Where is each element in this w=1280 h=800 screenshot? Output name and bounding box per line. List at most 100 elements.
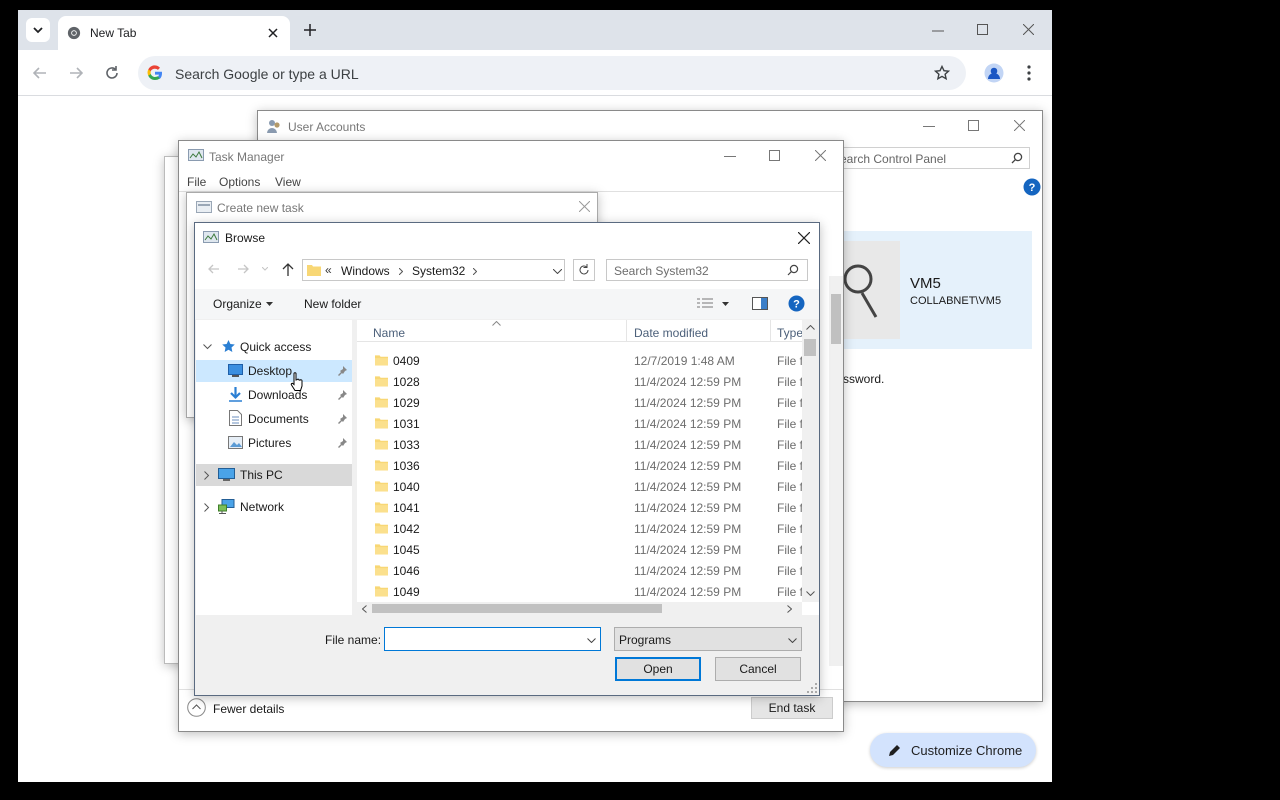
- close-window-icon[interactable]: [1023, 24, 1034, 35]
- file-type-select[interactable]: Programs: [614, 627, 802, 651]
- nav-network[interactable]: Network: [196, 496, 352, 518]
- menu-file[interactable]: File: [187, 175, 206, 189]
- file-list-hscrollbar[interactable]: [357, 602, 802, 615]
- tab-search-button[interactable]: [26, 18, 50, 42]
- hscroll-thumb[interactable]: [372, 604, 662, 613]
- file-row[interactable]: 1033 11/4/2024 12:59 PM File f: [357, 434, 807, 455]
- back-arrow-icon[interactable]: [33, 67, 47, 79]
- nav-quick-access[interactable]: Quick access: [196, 336, 352, 358]
- view-options-icon[interactable]: [697, 298, 713, 309]
- process-list-scrollbar[interactable]: [829, 276, 843, 666]
- new-folder-button[interactable]: New folder: [304, 297, 361, 311]
- organize-button[interactable]: Organize: [213, 297, 262, 311]
- nav-pictures[interactable]: Pictures: [196, 432, 352, 454]
- file-date: 12/7/2019 1:48 AM: [634, 354, 735, 368]
- chevron-down-icon[interactable]: [722, 302, 729, 306]
- file-row[interactable]: 1045 11/4/2024 12:59 PM File f: [357, 539, 807, 560]
- customize-chrome-button[interactable]: Customize Chrome: [870, 733, 1036, 767]
- scroll-thumb[interactable]: [831, 294, 841, 344]
- nav-desktop[interactable]: Desktop: [196, 360, 352, 382]
- address-bar[interactable]: « Windows System32: [302, 259, 565, 281]
- file-row[interactable]: 1031 11/4/2024 12:59 PM File f: [357, 413, 807, 434]
- more-vert-icon[interactable]: [1027, 65, 1031, 81]
- fewer-details-button[interactable]: Fewer details: [187, 698, 297, 718]
- chevron-down-icon[interactable]: [553, 269, 562, 274]
- chevron-down-icon[interactable]: [587, 638, 596, 643]
- scroll-right-icon[interactable]: [787, 605, 792, 613]
- preview-pane-icon[interactable]: [752, 297, 768, 310]
- minimize-icon[interactable]: [724, 156, 736, 157]
- chevron-down-icon[interactable]: [203, 344, 212, 350]
- help-icon[interactable]: ?: [788, 295, 805, 312]
- maximize-icon[interactable]: [769, 150, 780, 161]
- file-row[interactable]: 1028 11/4/2024 12:59 PM File f: [357, 371, 807, 392]
- column-divider[interactable]: [770, 320, 771, 342]
- forward-arrow-icon[interactable]: [69, 67, 83, 79]
- close-icon[interactable]: [798, 232, 810, 244]
- forward-arrow-icon[interactable]: [237, 264, 249, 274]
- resize-grip-icon[interactable]: [807, 683, 817, 693]
- scroll-up-icon[interactable]: [806, 325, 815, 330]
- user-name: VM5: [910, 275, 941, 292]
- file-row[interactable]: 1042 11/4/2024 12:59 PM File f: [357, 518, 807, 539]
- folder-icon: [375, 439, 388, 450]
- chevron-right-icon[interactable]: [204, 471, 210, 480]
- bookmark-star-icon[interactable]: [934, 65, 950, 81]
- browse-title: Browse: [225, 231, 266, 245]
- close-icon[interactable]: [579, 201, 590, 212]
- cancel-button[interactable]: Cancel: [715, 657, 801, 681]
- search-system32-input[interactable]: Search System32: [606, 259, 808, 281]
- menu-view[interactable]: View: [275, 175, 301, 189]
- user-card[interactable]: VM5 COLLABNET\VM5: [820, 231, 1032, 349]
- nav-documents[interactable]: Documents: [196, 408, 352, 430]
- help-icon[interactable]: ?: [1023, 178, 1041, 196]
- chrome-toolbar: Search Google or type a URL: [18, 50, 1052, 96]
- up-arrow-icon[interactable]: [282, 263, 294, 276]
- file-list-vscrollbar[interactable]: [802, 320, 819, 602]
- scroll-down-icon[interactable]: [806, 591, 815, 596]
- nav-downloads[interactable]: Downloads: [196, 384, 352, 406]
- file-row[interactable]: 1041 11/4/2024 12:59 PM File f: [357, 497, 807, 518]
- chevron-right-icon[interactable]: [204, 503, 210, 512]
- tab-new-tab[interactable]: New Tab: [58, 16, 290, 50]
- nav-this-pc[interactable]: This PC: [196, 464, 352, 486]
- back-arrow-icon[interactable]: [208, 264, 220, 274]
- file-row[interactable]: 1049 11/4/2024 12:59 PM File f: [357, 581, 807, 602]
- file-row[interactable]: 1036 11/4/2024 12:59 PM File f: [357, 455, 807, 476]
- file-list-header: Name Date modified Type: [357, 320, 807, 342]
- menu-options[interactable]: Options: [219, 175, 260, 189]
- vscroll-thumb[interactable]: [804, 339, 816, 356]
- end-task-button[interactable]: End task: [751, 697, 833, 719]
- column-date-modified[interactable]: Date modified: [634, 326, 708, 340]
- close-icon[interactable]: [1014, 120, 1025, 131]
- refresh-button[interactable]: [573, 259, 595, 281]
- breadcrumb-prefix[interactable]: «: [325, 263, 332, 277]
- file-date: 11/4/2024 12:59 PM: [634, 459, 742, 473]
- maximize-icon[interactable]: [977, 24, 988, 35]
- scroll-left-icon[interactable]: [362, 605, 367, 613]
- column-name[interactable]: Name: [373, 326, 405, 340]
- new-tab-plus-icon[interactable]: [304, 24, 316, 36]
- control-panel-search-input[interactable]: earch Control Panel: [836, 147, 1030, 169]
- recent-locations-chevron-icon[interactable]: [262, 267, 268, 271]
- file-row[interactable]: 0409 12/7/2019 1:48 AM File f: [357, 350, 807, 371]
- column-divider[interactable]: [626, 320, 627, 342]
- file-row[interactable]: 1029 11/4/2024 12:59 PM File f: [357, 392, 807, 413]
- breadcrumb-system32[interactable]: System32: [412, 264, 465, 278]
- omnibox-placeholder: Search Google or type a URL: [175, 66, 359, 82]
- file-row[interactable]: 1040 11/4/2024 12:59 PM File f: [357, 476, 807, 497]
- minimize-icon[interactable]: [923, 126, 935, 127]
- close-icon[interactable]: [815, 150, 826, 161]
- close-icon[interactable]: [268, 28, 278, 38]
- open-button[interactable]: Open: [615, 657, 701, 681]
- svg-text:?: ?: [1029, 182, 1036, 194]
- column-type[interactable]: Type: [777, 326, 803, 340]
- omnibox[interactable]: Search Google or type a URL: [138, 56, 966, 90]
- reload-icon[interactable]: [105, 66, 119, 80]
- breadcrumb-windows[interactable]: Windows: [341, 264, 390, 278]
- profile-avatar-icon[interactable]: [984, 63, 1004, 83]
- maximize-icon[interactable]: [968, 120, 979, 131]
- file-row[interactable]: 1046 11/4/2024 12:59 PM File f: [357, 560, 807, 581]
- file-name-input[interactable]: [384, 627, 601, 651]
- minimize-icon[interactable]: [932, 30, 944, 32]
